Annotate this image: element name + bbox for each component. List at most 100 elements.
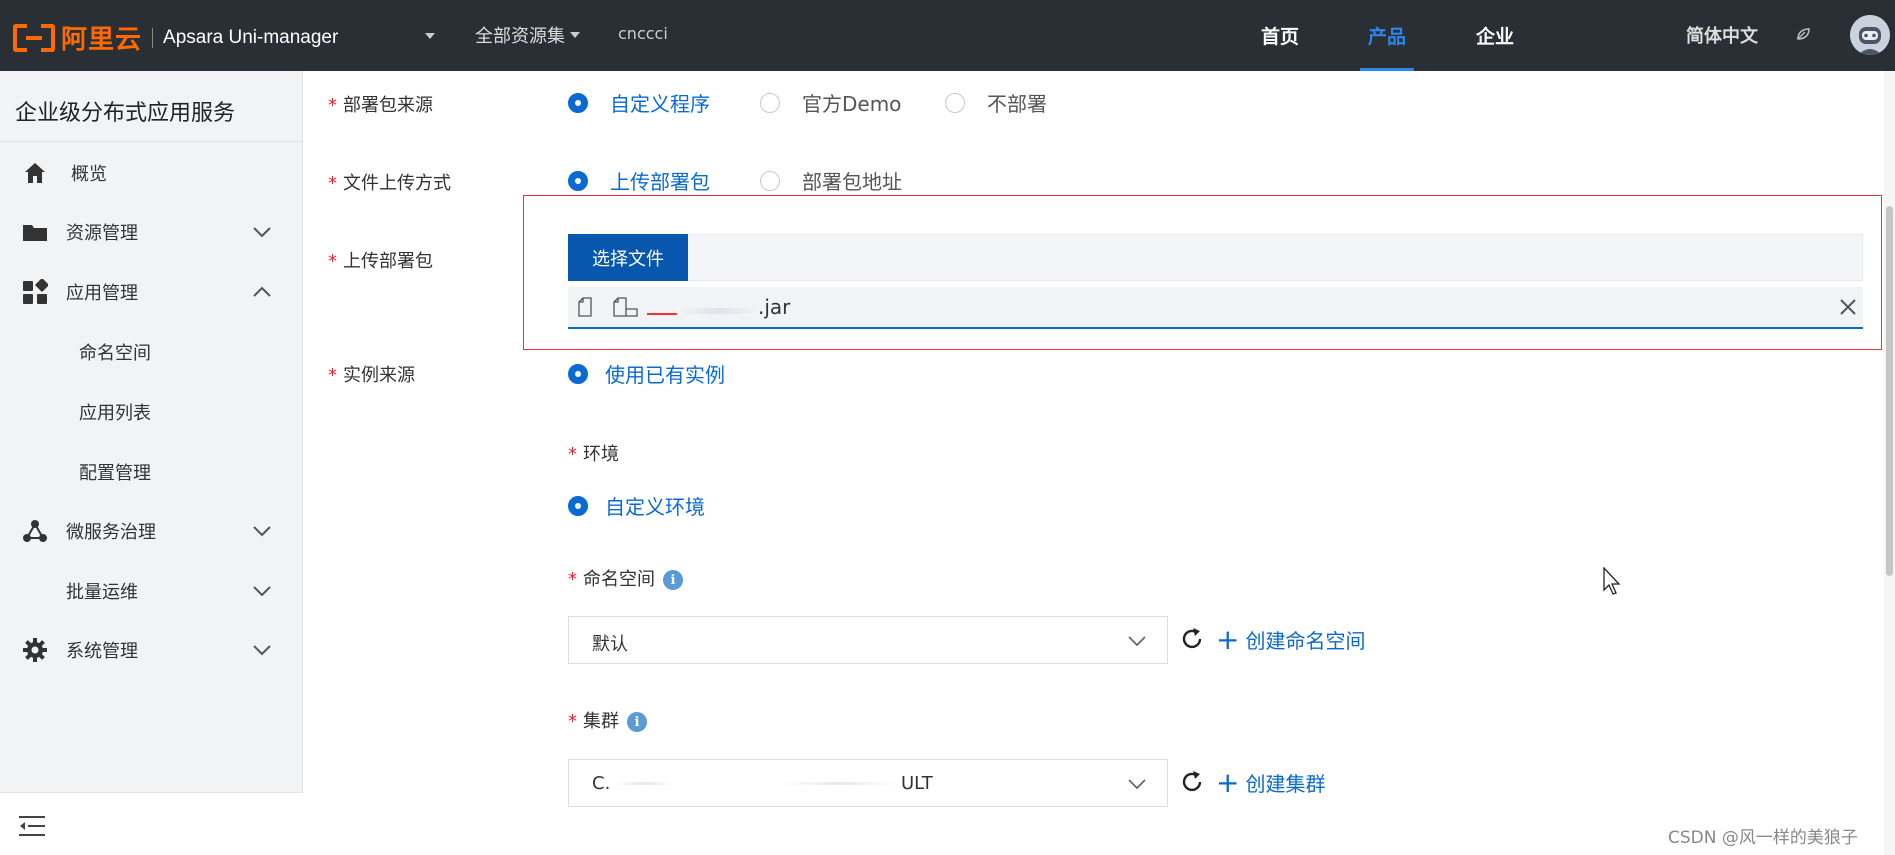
- file-type-icon: [613, 297, 638, 317]
- sidebar-item-label: 系统管理: [66, 641, 138, 662]
- radio-upload-package[interactable]: 上传部署包: [568, 166, 710, 195]
- apps-icon: [23, 279, 48, 304]
- sidebar-footer: [0, 792, 303, 855]
- radio-dot: [568, 92, 588, 113]
- radio-label: 自定义环境: [605, 495, 705, 519]
- scrollbar-thumb[interactable]: [1886, 206, 1893, 576]
- sidebar-item-app-list[interactable]: 应用列表: [0, 388, 303, 436]
- create-namespace-link[interactable]: + 创建命名空间: [1216, 625, 1365, 654]
- sidebar-item-label: 应用管理: [66, 283, 138, 304]
- logo-divider: [152, 27, 154, 48]
- namespace-label: * 命名空间 i: [568, 565, 683, 591]
- top-bar: 阿里云 Apsara Uni-manager 全部资源集 cnccci 首页 产…: [0, 0, 1895, 71]
- sidebar-item-label: 命名空间: [79, 343, 151, 364]
- scrollbar[interactable]: [1884, 71, 1895, 855]
- sidebar-item-overview[interactable]: 概览: [0, 149, 303, 197]
- network-icon: [23, 520, 47, 542]
- resource-set-label: 全部资源集: [475, 26, 565, 47]
- required-mark: *: [328, 365, 337, 386]
- uploaded-file-item: .jar: [568, 287, 1863, 329]
- radio-label: 自定义程序: [610, 92, 710, 116]
- app-switcher-caret-icon[interactable]: [425, 33, 435, 39]
- radio-dot: [760, 170, 780, 191]
- required-mark: *: [568, 444, 577, 465]
- sidebar-item-label: 资源管理: [66, 223, 138, 244]
- environment-label: * 环境: [568, 440, 619, 466]
- required-mark: *: [328, 251, 337, 272]
- package-source-label-text: 部署包来源: [343, 95, 433, 116]
- nav-products[interactable]: 产品: [1360, 0, 1414, 71]
- sidebar-item-namespace[interactable]: 命名空间: [0, 328, 303, 376]
- cluster-value-start: C.: [592, 773, 611, 794]
- nav-home[interactable]: 首页: [1250, 0, 1310, 71]
- sidebar-divider: [0, 141, 303, 142]
- required-mark: *: [328, 95, 337, 116]
- instance-source-label: * 实例来源: [328, 361, 415, 387]
- upload-method-label-text: 文件上传方式: [343, 173, 451, 194]
- cluster-value-end: ULT: [901, 773, 933, 794]
- sidebar-item-batch-ops[interactable]: 批量运维: [0, 567, 303, 615]
- required-mark: *: [568, 569, 577, 590]
- choose-file-button[interactable]: 选择文件: [568, 234, 688, 281]
- info-icon[interactable]: i: [663, 570, 683, 590]
- info-icon[interactable]: i: [627, 712, 647, 732]
- redacted-mark: [647, 313, 677, 315]
- radio-official-demo[interactable]: 官方Demo: [760, 88, 901, 117]
- collapse-menu-icon[interactable]: [18, 815, 46, 837]
- sidebar-item-label: 配置管理: [79, 463, 151, 484]
- cluster-label: * 集群 i: [568, 707, 647, 733]
- cluster-select[interactable]: C. ULT: [568, 759, 1168, 807]
- file-name: .jar: [758, 295, 791, 319]
- logo-text: 阿里云: [61, 25, 143, 55]
- close-icon[interactable]: [1838, 297, 1858, 317]
- refresh-icon[interactable]: [1179, 769, 1205, 795]
- sidebar-item-app-management[interactable]: 应用管理: [0, 268, 303, 316]
- required-mark: *: [328, 173, 337, 194]
- aliyun-logo-icon: [13, 23, 55, 53]
- chevron-down-icon: [253, 586, 271, 597]
- package-source-label: * 部署包来源: [328, 91, 433, 117]
- language-switch[interactable]: 简体中文: [1686, 22, 1758, 48]
- chevron-down-icon: [1128, 636, 1146, 647]
- radio-dot: [568, 495, 588, 516]
- user-avatar-icon: [1850, 15, 1890, 55]
- app-name: Apsara Uni-manager: [163, 26, 339, 48]
- file-icon: [578, 297, 592, 317]
- redacted-blur: [678, 308, 758, 314]
- radio-label: 使用已有实例: [605, 363, 725, 387]
- radio-custom-environment[interactable]: 自定义环境: [568, 491, 705, 520]
- radio-custom-program[interactable]: 自定义程序: [568, 88, 710, 117]
- sidebar-item-config-management[interactable]: 配置管理: [0, 448, 303, 496]
- radio-no-deploy[interactable]: 不部署: [945, 88, 1047, 117]
- radio-label: 官方Demo: [802, 92, 902, 116]
- cluster-label-text: 集群: [583, 711, 619, 732]
- sidebar-title: 企业级分布式应用服务: [15, 101, 236, 126]
- sidebar-item-label: 微服务治理: [66, 522, 156, 543]
- home-icon: [25, 163, 45, 183]
- avatar[interactable]: [1850, 15, 1890, 55]
- upload-package-label-text: 上传部署包: [343, 251, 433, 272]
- sidebar-item-resource-management[interactable]: 资源管理: [0, 208, 303, 256]
- region-selector[interactable]: cnccci: [618, 24, 668, 43]
- radio-dot: [568, 170, 588, 191]
- create-namespace-label: 创建命名空间: [1245, 629, 1366, 653]
- upload-method-label: * 文件上传方式: [328, 169, 451, 195]
- plus-icon: +: [1216, 765, 1240, 799]
- create-cluster-link[interactable]: + 创建集群: [1216, 768, 1325, 797]
- chevron-down-icon: [1128, 779, 1146, 790]
- resource-set-dropdown[interactable]: 全部资源集: [475, 22, 580, 48]
- nav-enterprise[interactable]: 企业: [1468, 0, 1522, 71]
- aliyun-logo[interactable]: 阿里云 Apsara Uni-manager: [13, 19, 338, 56]
- namespace-label-text: 命名空间: [583, 569, 655, 590]
- plus-icon: +: [1216, 622, 1240, 656]
- refresh-icon[interactable]: [1179, 626, 1205, 652]
- sidebar-item-system-management[interactable]: 系统管理: [0, 626, 303, 674]
- radio-existing-instance[interactable]: 使用已有实例: [568, 359, 725, 388]
- file-upload-field[interactable]: [568, 234, 1863, 281]
- theme-leaf-icon[interactable]: [1795, 26, 1811, 42]
- namespace-select[interactable]: 默认: [568, 616, 1168, 664]
- sidebar-item-microservice-governance[interactable]: 微服务治理: [0, 507, 303, 555]
- namespace-value: 默认: [592, 634, 628, 655]
- radio-label: 部署包地址: [802, 170, 902, 194]
- radio-package-url[interactable]: 部署包地址: [760, 166, 902, 195]
